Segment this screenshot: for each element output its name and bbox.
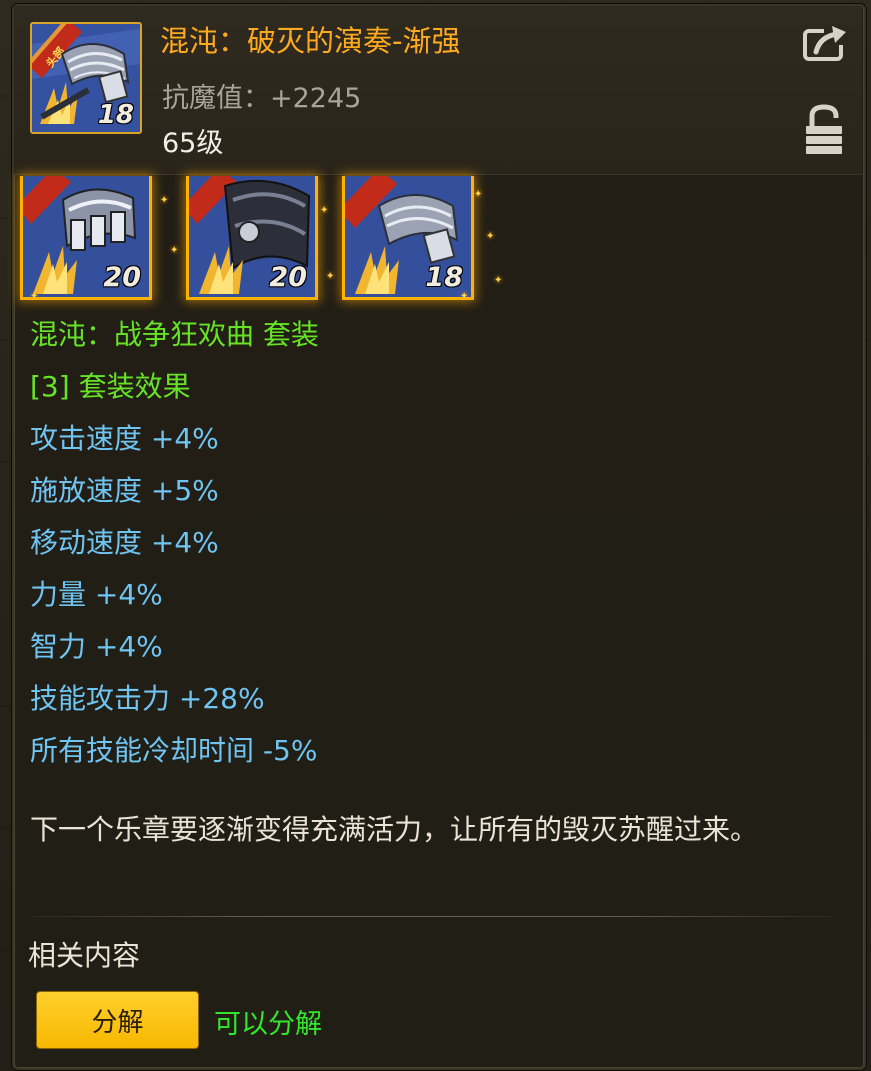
set-bonus-line: 所有技能冷却时间 -5% [30, 734, 318, 767]
set-bonus-line: 技能攻击力 +28% [30, 682, 265, 715]
sparkle-icon: ✦ [474, 189, 483, 200]
set-bonus-line: 攻击速度 +4% [30, 422, 219, 455]
stat-label: 抗魔值： [162, 83, 270, 114]
decompose-button[interactable]: 分解 [36, 991, 199, 1049]
set-bonus-line: 施放速度 +5% [30, 474, 219, 507]
sparkle-icon: ✦ [326, 271, 335, 282]
set-piece-level: 20 [103, 262, 141, 293]
sparkle-icon: ✦ [494, 275, 503, 286]
item-name: 混沌：破灭的演奏-渐强 [160, 24, 461, 58]
set-name: 混沌：战争狂欢曲 套装 [30, 318, 319, 351]
set-piece-icons: 20 20 18 ✦ ✦ ✦ ✦ ✦ ✦ ✦ ✦ ✦ [20, 176, 503, 306]
sparkle-icon: ✦ [320, 205, 329, 216]
set-bonus-line: 移动速度 +4% [30, 526, 219, 559]
flavor-text: 下一个乐章要逐渐变得充满活力，让所有的毁灭苏醒过来。 [30, 813, 759, 846]
magic-resistance-stat: 抗魔值：+2245 [162, 76, 361, 115]
sparkle-icon: ✦ [486, 231, 495, 242]
sparkle-icon: ✦ [160, 195, 169, 206]
set-piece-icon[interactable]: 18 [342, 176, 474, 300]
stat-value: +2245 [270, 83, 362, 114]
set-piece-icon[interactable]: 20 [186, 176, 318, 300]
set-piece-level: 20 [269, 262, 307, 293]
related-content-label: 相关内容 [28, 939, 141, 972]
set-piece-level: 18 [425, 262, 463, 293]
decompose-button-label: 分解 [91, 1007, 144, 1038]
item-icon[interactable]: 头部 18 [30, 22, 142, 134]
set-piece-icon[interactable]: 20 [20, 176, 152, 300]
share-icon[interactable] [802, 22, 850, 64]
set-bonus-line: 智力 +4% [30, 630, 163, 663]
sparkle-icon: ✦ [30, 291, 39, 302]
set-bonus-line: 力量 +4% [30, 578, 163, 611]
item-icon-level: 18 [97, 100, 134, 130]
sparkle-icon: ✦ [170, 245, 179, 256]
sparkle-icon: ✦ [460, 291, 469, 302]
decompose-status: 可以分解 [214, 1009, 322, 1040]
item-level: 65级 [162, 128, 224, 159]
divider [28, 916, 836, 917]
lock-icon[interactable] [804, 104, 844, 156]
set-effect-header: [3] 套装效果 [30, 370, 191, 403]
